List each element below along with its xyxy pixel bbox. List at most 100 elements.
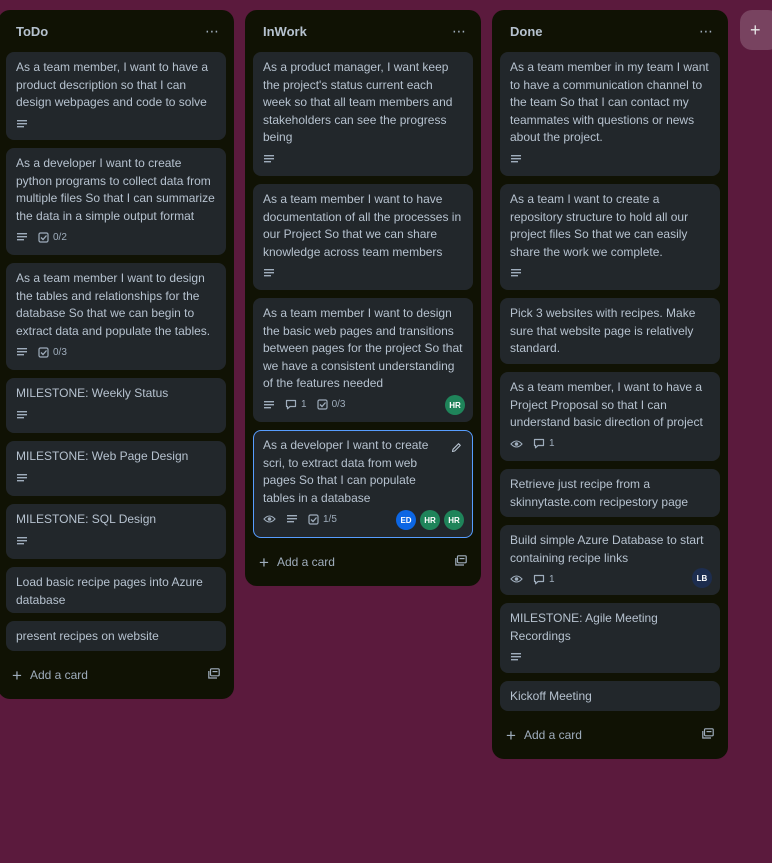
plus-icon: + (506, 725, 516, 745)
avatar[interactable]: HR (444, 510, 464, 530)
checklist-icon (316, 399, 328, 410)
add-list-button[interactable]: + (740, 10, 772, 50)
list-header: Done ⋯ (500, 10, 720, 52)
description-icon (286, 514, 298, 524)
comment-icon (285, 399, 297, 410)
card-members: HR (445, 395, 465, 415)
card[interactable]: Kickoff Meeting (500, 681, 720, 711)
eye-icon (510, 575, 523, 583)
description-icon (510, 154, 522, 164)
list-inwork: InWork ⋯ As a product manager, I want ke… (245, 10, 481, 586)
card[interactable]: As a team member in my team I want to ha… (500, 52, 720, 176)
card[interactable]: As a team member I want to have document… (253, 184, 473, 290)
card[interactable]: As a developer I want to create scri, to… (253, 430, 473, 538)
card[interactable]: As a developer I want to create python p… (6, 148, 226, 255)
description-icon (510, 652, 522, 662)
checklist-icon (308, 513, 319, 525)
add-card-row: + Add a card (253, 546, 473, 578)
card-badges (263, 265, 463, 281)
card-title: As a team member, I want to have a Proje… (510, 380, 703, 429)
add-card-button[interactable]: + Add a card (506, 727, 582, 744)
card-title: present recipes on website (16, 629, 159, 643)
card[interactable]: MILESTONE: SQL Design (6, 504, 226, 559)
card-members: ED HR HR (396, 510, 464, 530)
description-icon (510, 268, 522, 278)
checklist-icon (38, 231, 49, 243)
list-menu-icon[interactable]: ⋯ (205, 24, 220, 38)
avatar[interactable]: HR (420, 510, 440, 530)
card-title: As a developer I want to create python p… (16, 156, 215, 223)
card[interactable]: As a team member I want to design the ta… (6, 263, 226, 370)
checklist-badge: 0/2 (38, 232, 67, 243)
avatar[interactable]: LB (692, 568, 712, 588)
card[interactable]: Pick 3 websites with recipes. Make sure … (500, 298, 720, 364)
add-card-row: + Add a card (6, 659, 226, 691)
card-badges (510, 265, 710, 281)
card[interactable]: Retrieve just recipe from a skinnytaste.… (500, 469, 720, 517)
card[interactable]: Build simple Azure Database to start con… (500, 525, 720, 595)
card-badges: 1 (510, 571, 710, 587)
description-icon (16, 347, 28, 357)
card-title: MILESTONE: Weekly Status (16, 386, 169, 400)
avatar[interactable]: ED (396, 510, 416, 530)
list-title[interactable]: InWork (263, 24, 307, 39)
card[interactable]: As a team member I want to design the ba… (253, 298, 473, 422)
card-badges: 0/3 (16, 344, 216, 360)
card-title: MILESTONE: Web Page Design (16, 449, 189, 463)
card-title: Retrieve just recipe from a skinnytaste.… (510, 477, 689, 509)
list-title[interactable]: Done (510, 24, 543, 39)
card-title: Load basic recipe pages into Azure datab… (16, 575, 203, 607)
eye-icon (510, 439, 523, 448)
checklist-icon (38, 346, 49, 358)
card-template-icon[interactable] (455, 555, 467, 569)
card-title: Pick 3 websites with recipes. Make sure … (510, 306, 696, 355)
plus-icon: + (12, 665, 22, 685)
comment-badge: 1 (533, 574, 555, 585)
watch-badge (263, 514, 276, 524)
card[interactable]: MILESTONE: Weekly Status (6, 378, 226, 433)
card-badges: 1 0/3 (263, 397, 463, 413)
card-title: MILESTONE: SQL Design (16, 512, 157, 526)
add-card-button[interactable]: + Add a card (12, 667, 88, 684)
watch-badge (510, 574, 523, 584)
add-card-label: Add a card (276, 555, 335, 569)
description-icon (263, 268, 275, 278)
description-icon (16, 410, 28, 420)
card-template-icon[interactable] (208, 668, 220, 682)
description-icon (16, 232, 28, 242)
add-card-button[interactable]: + Add a card (259, 554, 335, 571)
card[interactable]: As a team member, I want to have a Proje… (500, 372, 720, 461)
card-badges (263, 151, 463, 167)
pencil-icon[interactable] (451, 440, 462, 458)
list-menu-icon[interactable]: ⋯ (699, 24, 714, 38)
description-icon (263, 154, 275, 164)
checklist-count: 0/3 (53, 346, 67, 358)
card[interactable]: MILESTONE: Web Page Design (6, 441, 226, 496)
add-card-label: Add a card (29, 668, 88, 682)
card[interactable]: As a product manager, I want keep the pr… (253, 52, 473, 176)
card-title: As a team member, I want to have a produ… (16, 60, 209, 109)
card[interactable]: As a team member, I want to have a produ… (6, 52, 226, 140)
comment-badge: 1 (533, 438, 555, 449)
add-card-row: + Add a card (500, 719, 720, 751)
card-badges (16, 470, 216, 486)
card[interactable]: As a team I want to create a repository … (500, 184, 720, 290)
comment-icon (533, 574, 545, 584)
card[interactable]: MILESTONE: Agile Meeting Recordings (500, 603, 720, 673)
avatar[interactable]: HR (445, 395, 465, 415)
card[interactable]: present recipes on website (6, 621, 226, 651)
comment-badge: 1 (285, 399, 307, 410)
plus-icon: + (259, 552, 269, 572)
card-title: As a product manager, I want keep the pr… (263, 60, 453, 144)
list-title[interactable]: ToDo (16, 24, 48, 39)
card-title: As a developer I want to create scri, to… (263, 438, 429, 505)
card-badges (510, 151, 710, 167)
list-menu-icon[interactable]: ⋯ (452, 24, 467, 38)
card[interactable]: Load basic recipe pages into Azure datab… (6, 567, 226, 613)
card-title: As a team member I want to have document… (263, 192, 462, 259)
description-icon (263, 400, 275, 410)
add-card-label: Add a card (523, 728, 582, 742)
card-badges (510, 649, 710, 665)
card-template-icon[interactable] (702, 728, 714, 742)
checklist-badge: 0/3 (316, 399, 345, 410)
